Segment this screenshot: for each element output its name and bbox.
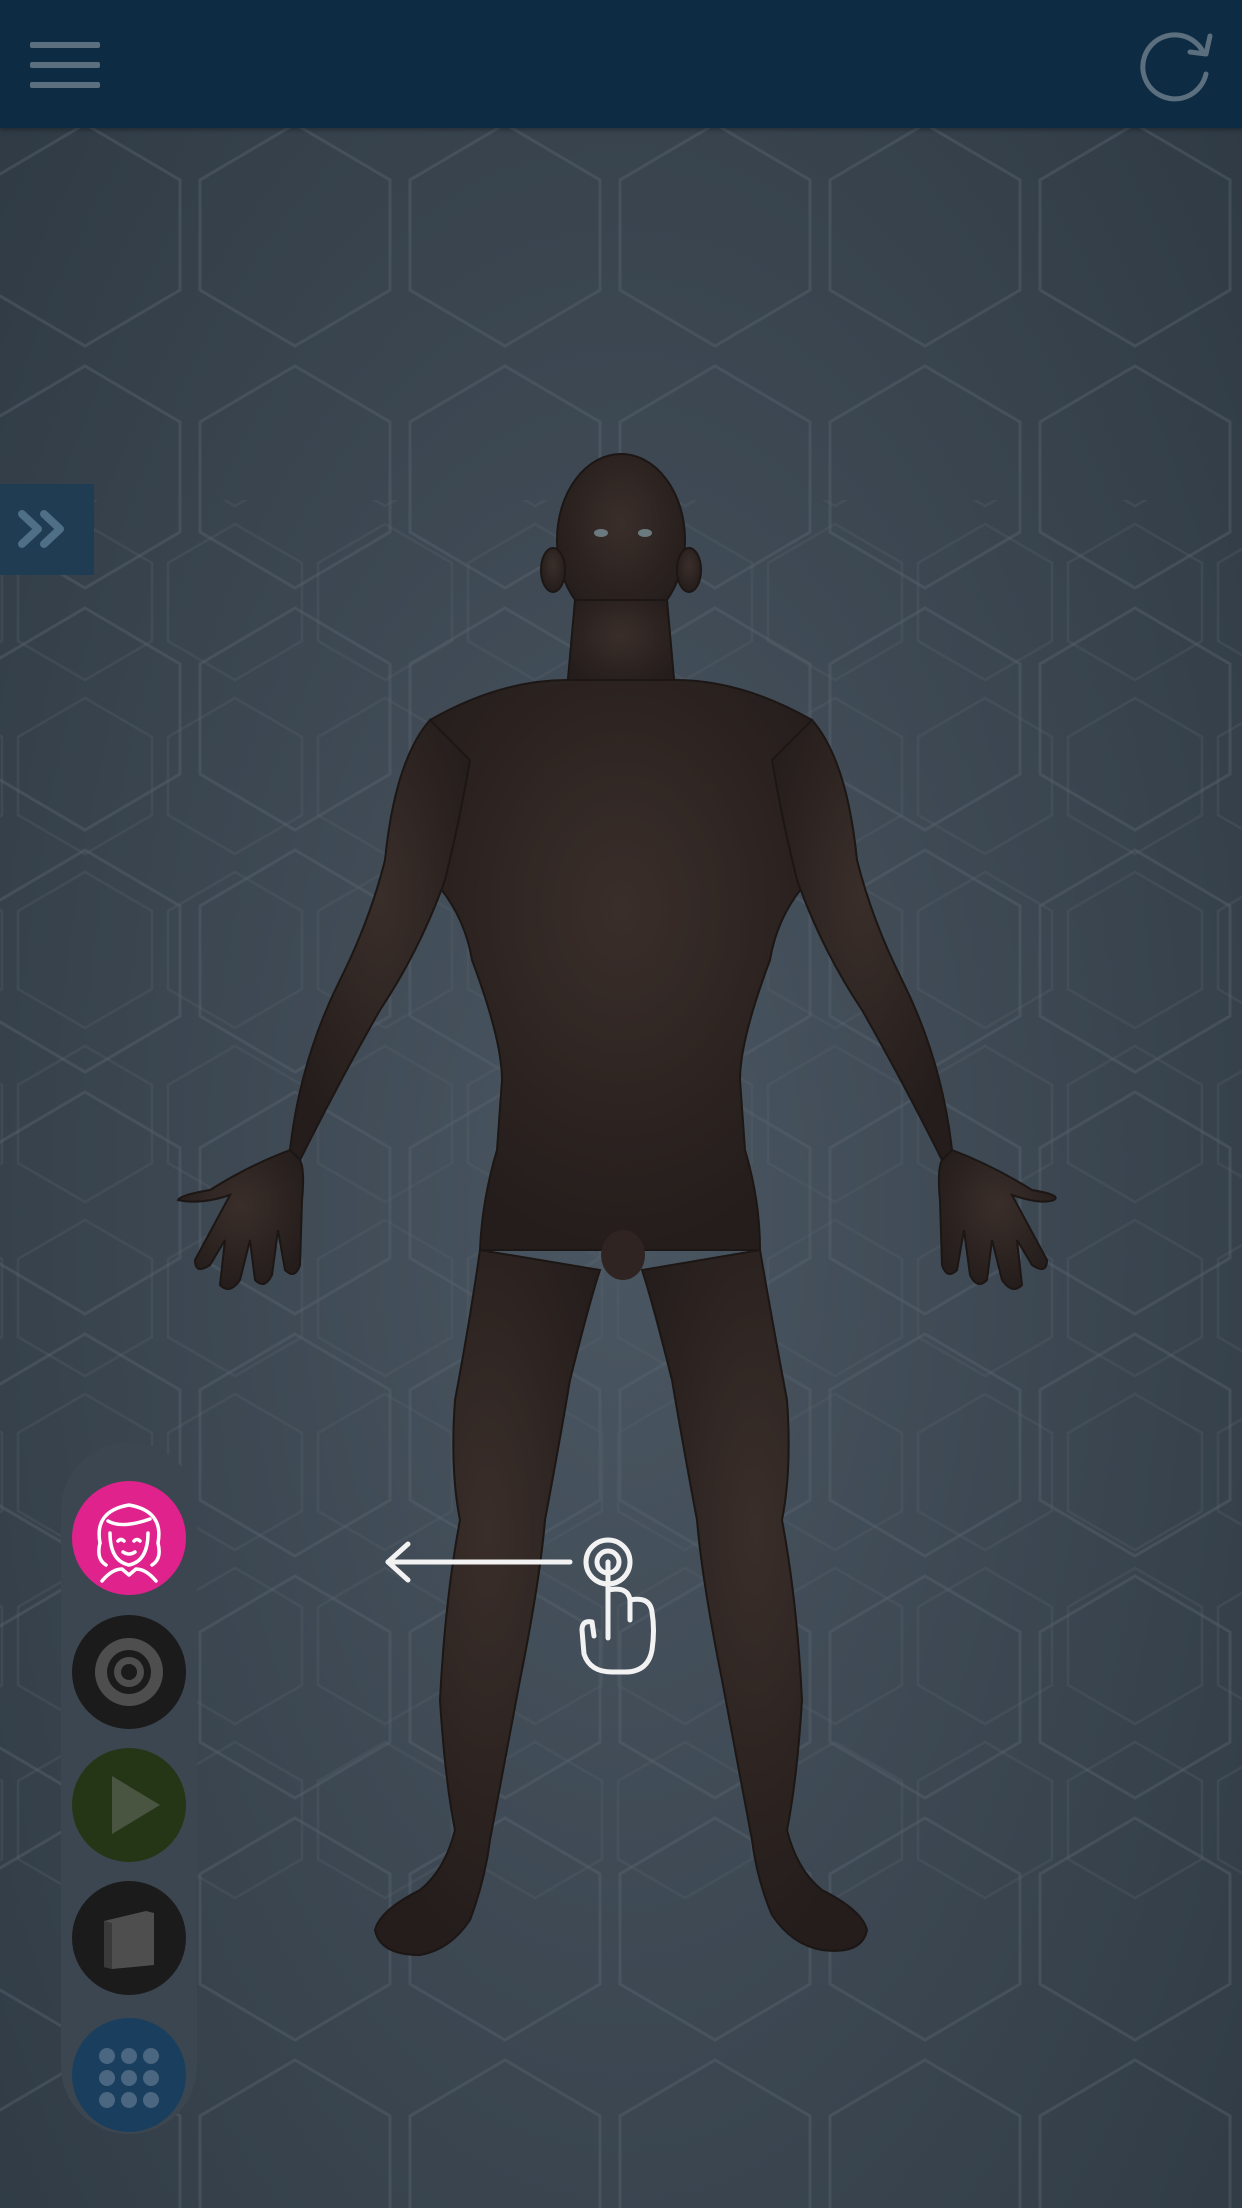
arrow-left-icon	[385, 1541, 573, 1583]
book-button[interactable]	[72, 1881, 186, 1995]
target-icon	[95, 1638, 163, 1706]
avatar-button[interactable]	[72, 1481, 186, 1595]
book-icon	[104, 1911, 154, 1969]
play-button[interactable]	[72, 1748, 186, 1862]
target-button[interactable]	[72, 1615, 186, 1729]
bottom-left-toolbar	[61, 1442, 197, 2134]
app-screen	[0, 0, 1242, 2208]
female-avatar-icon	[97, 1503, 161, 1583]
grid-dots-icon	[99, 2048, 159, 2108]
play-icon	[112, 1776, 160, 1834]
tap-hand-icon	[579, 1537, 656, 1675]
swipe-gesture-hint	[385, 1537, 656, 1675]
apps-button[interactable]	[72, 2018, 186, 2132]
